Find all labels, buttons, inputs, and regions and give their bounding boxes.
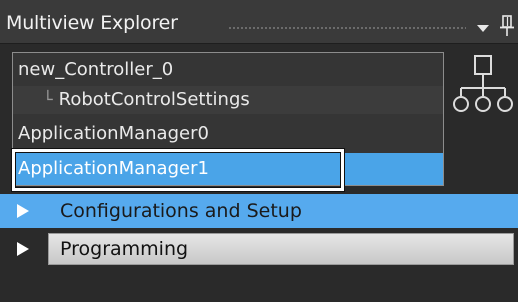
selector-item[interactable]: new_Controller_0 [13,56,443,84]
selector-item-label: new_Controller_0 [18,59,174,80]
category-label: Programming [60,238,189,260]
callout-highlight-box [12,149,344,191]
multiview-explorer-panel: Multiview Explorer new_Controller_0 └ Rob… [0,0,518,302]
selector-item[interactable]: └ RobotControlSettings [13,86,443,114]
expand-arrow-icon[interactable] [16,203,30,219]
dropdown-arrow-icon[interactable] [476,23,490,33]
drag-grip[interactable] [228,26,466,31]
pin-icon[interactable] [500,15,514,37]
category-label: Configurations and Setup [60,200,302,222]
selector-item-label: RobotControlSettings [58,89,250,110]
hierarchy-icon[interactable] [452,54,514,126]
panel-title: Multiview Explorer [6,12,178,34]
expand-arrow-icon[interactable] [16,241,30,257]
category-programming[interactable]: Programming [0,232,518,266]
selector-item[interactable]: ApplicationManager0 [13,123,443,145]
category-configurations-and-setup[interactable]: Configurations and Setup [0,194,518,228]
tree-connector: └ [43,90,53,109]
selector-item-label: ApplicationManager0 [18,123,209,144]
panel-titlebar: Multiview Explorer [0,0,518,44]
